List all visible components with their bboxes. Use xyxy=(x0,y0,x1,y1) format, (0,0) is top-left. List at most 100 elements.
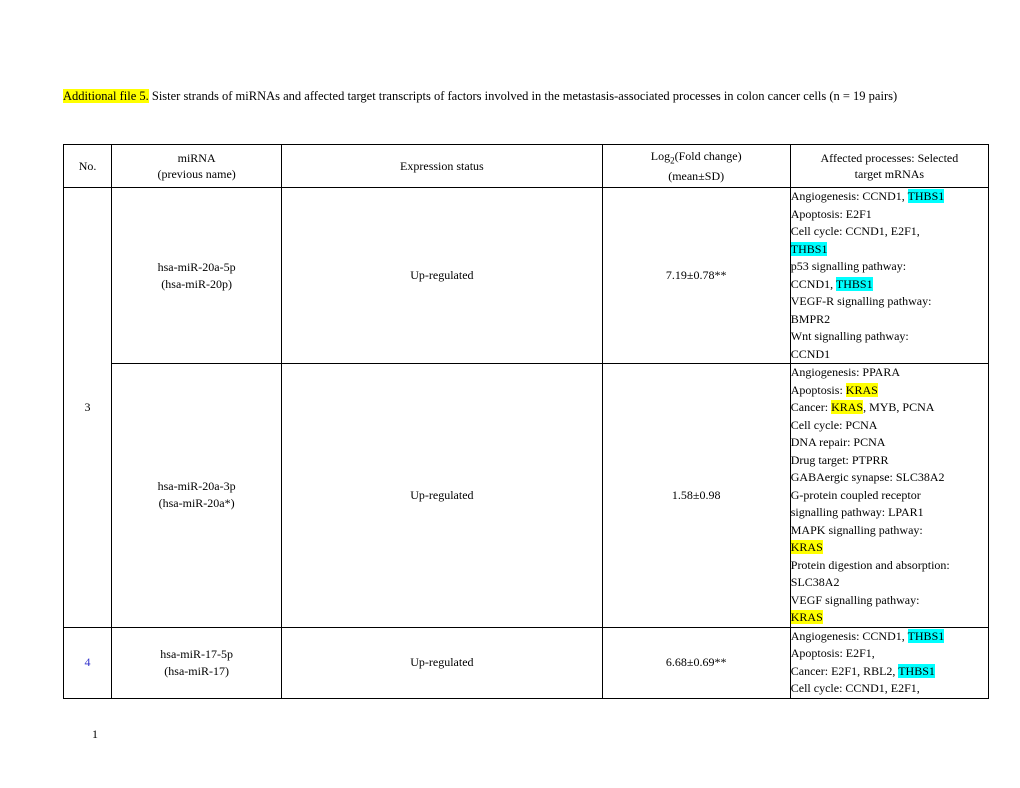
process-text: Cancer: xyxy=(790,400,832,414)
header-affected-processes: Affected processes: Selected target mRNA… xyxy=(789,144,990,188)
header-mirna: miRNA (previous name) xyxy=(111,144,283,188)
header-log-line2: (mean±SD) xyxy=(668,169,725,184)
log-fold-change-cell: 7.19±0.78** xyxy=(601,187,791,364)
process-line: VEGF-R signalling pathway: xyxy=(791,293,988,311)
process-line: Cell cycle: CCND1, E2F1, xyxy=(791,680,988,698)
expression-status-cell: Up-regulated xyxy=(281,363,603,628)
highlighted-gene: THBS1 xyxy=(907,628,945,643)
header-processes-line2: target mRNAs xyxy=(854,167,925,181)
process-text: SLC38A2 xyxy=(790,575,840,589)
process-text: Drug target: PTPRR xyxy=(790,452,889,467)
process-line: Angiogenesis: CCND1, THBS1 xyxy=(791,628,988,646)
table-body: 3 hsa-miR-20a-5p (hsa-miR-20p) Up-regulated… xyxy=(62,187,990,699)
process-line: Wnt signalling pathway: xyxy=(791,328,988,346)
process-text: Angiogenesis: PPARA xyxy=(790,365,901,379)
mirna-name: hsa-miR-20a-5p xyxy=(157,259,236,274)
process-text: MAPK signalling pathway: xyxy=(790,522,923,537)
process-line: Angiogenesis: PPARA xyxy=(791,364,988,382)
affected-processes-cell: Angiogenesis: CCND1, THBS1 Apoptosis: E2F… xyxy=(789,626,990,699)
process-text: Apoptosis: E2F1, xyxy=(790,646,875,660)
process-line: THBS1 xyxy=(790,241,988,259)
process-line: Cell cycle: PCNA xyxy=(791,417,988,435)
header-log-pre: Log xyxy=(650,148,671,163)
process-line: Angiogenesis: CCND1, THBS1 xyxy=(791,188,988,206)
process-line: VEGF signalling pathway: xyxy=(791,592,988,610)
highlighted-gene: THBS1 xyxy=(790,241,828,256)
log-fold-change-cell: 1.58±0.98 xyxy=(601,363,791,628)
process-line: CCND1, THBS1 xyxy=(791,276,988,294)
process-text: signalling pathway: LPAR1 xyxy=(790,505,924,519)
highlighted-gene: KRAS xyxy=(831,400,864,414)
expression-status-cell: Up-regulated xyxy=(281,626,603,699)
process-text: CCND1, xyxy=(790,276,836,291)
process-text: BMPR2 xyxy=(790,311,831,326)
affected-processes-cell: Angiogenesis: PPARA Apoptosis: KRAS Cancer… xyxy=(789,363,990,628)
title-text: Sister strands of miRNAs and affected ta… xyxy=(148,89,898,103)
highlighted-gene: THBS1 xyxy=(898,663,935,678)
process-line: Cancer: KRAS, MYB, PCNA xyxy=(791,399,988,417)
process-text: Cell cycle: CCND1, E2F1, xyxy=(790,681,920,695)
table-row: hsa-miR-20a-3p (hsa-miR-20a*) Up-regulated… xyxy=(64,363,990,628)
header-no: No. xyxy=(62,144,113,188)
page-number: 1 xyxy=(92,727,98,741)
process-text: VEGF-R signalling pathway: xyxy=(790,294,932,308)
process-text: Protein digestion and absorption: xyxy=(790,557,950,572)
process-text: Angiogenesis: CCND1, xyxy=(790,189,908,203)
table-row: 3 hsa-miR-20a-5p (hsa-miR-20p) Up-regulated… xyxy=(62,187,990,628)
process-line: G-protein coupled receptor xyxy=(791,487,988,505)
process-line: Cancer: E2F1, RBL2, THBS1 xyxy=(791,663,988,681)
process-line: BMPR2 xyxy=(791,311,988,329)
process-line: MAPK signalling pathway: xyxy=(791,522,988,540)
document-page: Additional file 5. Sister strands of miR… xyxy=(0,0,1020,788)
row-number-cell: 4 xyxy=(62,626,113,699)
highlighted-gene: THBS1 xyxy=(907,189,945,203)
mirna-previous-name: (hsa-miR-20p) xyxy=(161,276,232,291)
header-log-post: (Fold change) xyxy=(674,148,742,163)
process-text: Cancer: E2F1, RBL2, xyxy=(790,663,899,678)
mirna-table: No. miRNA (previous name) Expression sta… xyxy=(62,144,990,699)
highlighted-gene: THBS1 xyxy=(835,276,873,291)
process-text: GABAergic synapse: SLC38A2 xyxy=(790,470,945,484)
process-line: DNA repair: PCNA xyxy=(791,434,988,452)
mirna-name: hsa-miR-17-5p xyxy=(160,646,233,661)
process-line: Protein digestion and absorption: xyxy=(791,557,988,575)
expression-status-cell: Up-regulated xyxy=(281,187,603,364)
process-text: , MYB, PCNA xyxy=(863,400,935,414)
mirna-cell: hsa-miR-17-5p (hsa-miR-17) xyxy=(111,626,283,699)
table-row: 4 hsa-miR-17-5p (hsa-miR-17) Up-regulated 6.… xyxy=(62,626,990,699)
header-mirna-line2: (previous name) xyxy=(157,167,236,181)
title-highlight: Additional file 5. xyxy=(63,89,149,103)
process-text: Apoptosis: xyxy=(790,382,846,397)
mirna-previous-name: (hsa-miR-17) xyxy=(164,663,229,678)
mirna-name: hsa-miR-20a-3p xyxy=(157,479,236,494)
process-line: GABAergic synapse: SLC38A2 xyxy=(791,469,988,487)
process-line: Apoptosis: E2F1, xyxy=(791,645,988,663)
header-log-fold-change: Log2(Fold change) (mean±SD) xyxy=(601,144,791,188)
process-text: CCND1 xyxy=(790,346,831,361)
process-line: Apoptosis: KRAS xyxy=(791,382,988,400)
affected-processes-cell: Angiogenesis: CCND1, THBS1 Apoptosis: E2F… xyxy=(789,187,990,364)
process-line: KRAS xyxy=(790,609,988,627)
process-text: Wnt signalling pathway: xyxy=(790,329,909,343)
process-line: Drug target: PTPRR xyxy=(791,452,988,470)
header-processes-line1: Affected processes: Selected xyxy=(820,151,959,165)
process-text: Cell cycle: PCNA xyxy=(790,417,878,432)
table-header-row: No. miRNA (previous name) Expression sta… xyxy=(62,144,990,188)
process-text: DNA repair: PCNA xyxy=(790,435,886,449)
page-title: Additional file 5. Sister strands of miR… xyxy=(63,86,929,107)
process-text: p53 signalling pathway: xyxy=(790,259,907,273)
row-number-cell: 3 xyxy=(62,187,113,628)
process-line: signalling pathway: LPAR1 xyxy=(791,504,988,522)
process-line: Apoptosis: E2F1 xyxy=(791,206,988,224)
process-text: Apoptosis: E2F1 xyxy=(790,206,872,221)
header-log-line1: Log2(Fold change) xyxy=(603,148,790,168)
mirna-cell: hsa-miR-20a-5p (hsa-miR-20p) xyxy=(111,187,283,364)
highlighted-gene: KRAS xyxy=(790,540,823,554)
process-line: KRAS xyxy=(790,539,988,557)
highlighted-gene: KRAS xyxy=(790,610,823,624)
log-fold-change-cell: 6.68±0.69** xyxy=(601,626,791,699)
process-line: CCND1 xyxy=(791,346,988,364)
header-expression: Expression status xyxy=(281,144,603,188)
process-text: Angiogenesis: CCND1, xyxy=(790,628,908,643)
process-text: Cell cycle: CCND1, E2F1, xyxy=(790,224,920,238)
